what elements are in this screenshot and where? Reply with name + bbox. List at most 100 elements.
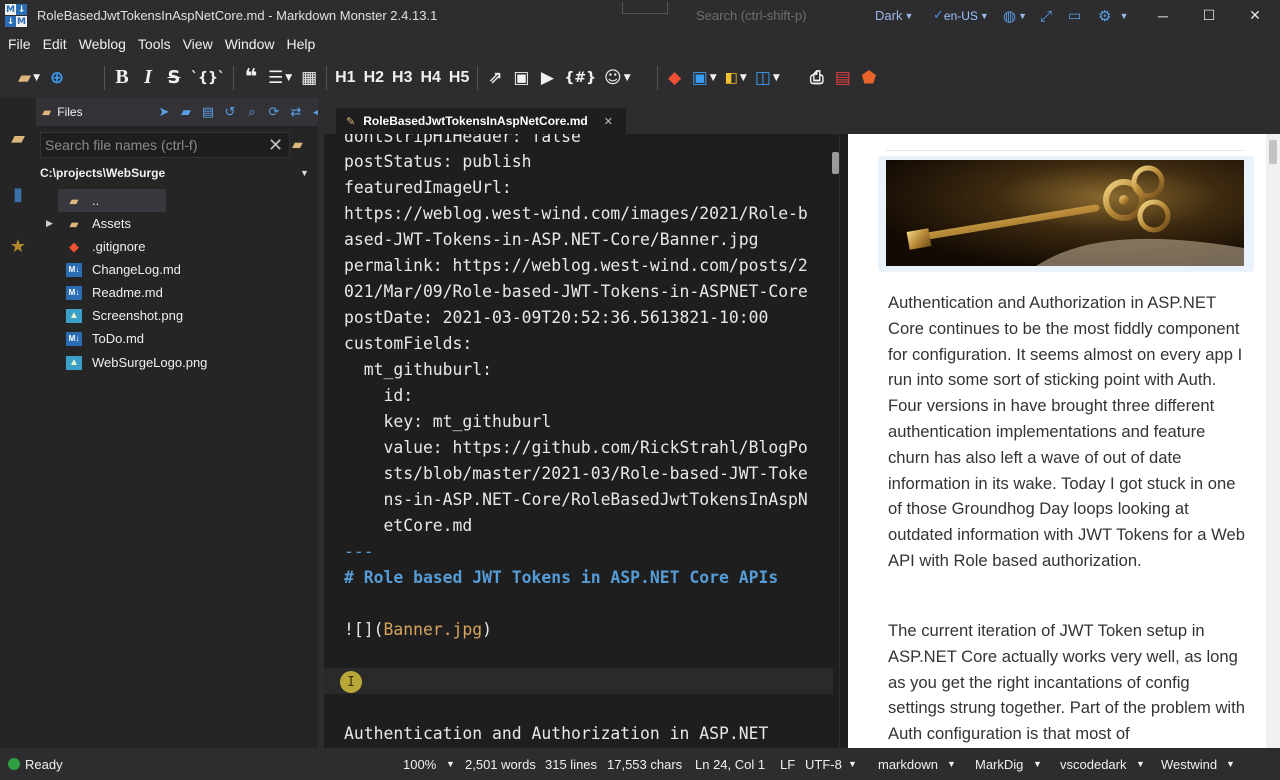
h2-button[interactable]: H2 — [360, 64, 388, 92]
quote-button[interactable]: ❝ — [238, 64, 264, 92]
encoding[interactable]: UTF-8 — [805, 757, 842, 772]
monitor-icon: ▣ — [691, 67, 708, 88]
h5-button[interactable]: H5 — [445, 64, 473, 92]
insert-video-button[interactable]: ▶ — [534, 64, 560, 92]
html-export-button[interactable]: ⬟ — [856, 64, 882, 92]
rss-button[interactable]: ◫ ▼ — [751, 64, 784, 92]
open-folder-icon[interactable]: ▰ — [292, 136, 303, 153]
editor-scrollbar[interactable] — [832, 152, 839, 174]
menu-view[interactable]: View — [177, 31, 219, 57]
pdf-export-button[interactable]: ▤ — [830, 64, 856, 92]
strikethrough-button[interactable]: S — [161, 64, 187, 92]
globe-button[interactable]: ◍ ▼ — [1003, 5, 1027, 26]
preview-splitter[interactable] — [839, 134, 848, 748]
gear-icon: ⚙ — [1098, 6, 1112, 25]
menu-weblog[interactable]: Weblog — [73, 31, 132, 57]
app-logo-icon: M ↓ ↓ M — [5, 4, 27, 27]
maximize-button[interactable]: ☐ — [1186, 0, 1232, 31]
toolbar: ▰ ▼ ⊕ B I S `{}` ❝ ☰ ▼ ▦ H1 H2 H3 H4 H5 ⇗ … — [0, 57, 1280, 98]
h3-button[interactable]: H3 — [388, 64, 416, 92]
navigate-icon[interactable]: ➤ — [156, 104, 172, 120]
refresh-icon[interactable]: ⟳ — [266, 104, 282, 120]
editor-line: dontStripH1Header: false — [344, 134, 581, 146]
insert-image-button[interactable]: ▣ — [508, 64, 534, 92]
file-item-gitignore[interactable]: ◆ .gitignore — [36, 235, 318, 258]
history-icon[interactable]: ↺ — [222, 104, 238, 120]
table-button[interactable]: ▦ — [296, 64, 322, 92]
file-item-changelog[interactable]: M↓ ChangeLog.md — [36, 258, 318, 281]
file-item-screenshot[interactable]: ▲ Screenshot.png — [36, 304, 318, 327]
add-folder-icon[interactable]: ▰ — [178, 104, 194, 120]
file-item-assets[interactable]: ▶ ▰ Assets — [36, 212, 318, 235]
printer-icon: ⎙ — [810, 67, 824, 88]
menu-edit[interactable]: Edit — [37, 31, 73, 57]
file-name: Assets — [92, 216, 132, 231]
bold-button[interactable]: B — [109, 64, 135, 92]
settings-button[interactable]: ⚙ ▼ — [1098, 5, 1128, 26]
star-icon[interactable]: ★ — [6, 234, 30, 258]
chevron-down-icon: ▼ — [33, 72, 40, 83]
presentation-mode-button[interactable]: ▭ — [1068, 5, 1081, 26]
line-ending[interactable]: LF — [780, 757, 795, 772]
snippets-button[interactable]: ◧ ▼ — [721, 64, 751, 92]
chevron-down-icon: ▼ — [300, 168, 309, 178]
file-item-parent[interactable]: ▰ .. — [36, 189, 318, 212]
markdown-parser[interactable]: MarkDig — [975, 757, 1023, 772]
menu-tools[interactable]: Tools — [132, 31, 177, 57]
file-item-todo[interactable]: M↓ ToDo.md — [36, 327, 318, 350]
preview-scrollbar-thumb[interactable] — [1269, 140, 1277, 164]
table-icon: ▦ — [301, 67, 318, 88]
sync-icon[interactable]: ⇄ — [288, 104, 304, 120]
html-preview-pane[interactable]: Authentication and Authorization in ASP.… — [848, 134, 1280, 748]
search-icon[interactable]: ⌕ — [244, 104, 260, 120]
close-window-button[interactable]: ✕ — [1232, 0, 1278, 31]
preview-theme[interactable]: Westwind — [1161, 757, 1217, 772]
syntax-mode[interactable]: markdown — [878, 757, 938, 772]
folder-icon[interactable]: ▰ — [6, 126, 30, 150]
file-name: .gitignore — [92, 239, 146, 254]
editor-theme[interactable]: vscodedark — [1060, 757, 1126, 772]
file-item-websurgelogo[interactable]: ▲ WebSurgeLogo.png — [36, 351, 318, 374]
h4-button[interactable]: H4 — [416, 64, 444, 92]
clear-search-icon[interactable]: ✕ — [268, 135, 283, 156]
editor-line: etCore.md — [344, 516, 473, 535]
markdown-editor[interactable]: dontStripH1Header: false postStatus: pub… — [324, 134, 839, 748]
preview-browser-button[interactable]: ▣ ▼ — [688, 64, 721, 92]
editor-line: key: mt_githuburl — [344, 412, 552, 431]
chevron-down-icon: ▼ — [739, 72, 747, 83]
zoom-level[interactable]: 100% — [403, 757, 436, 772]
emoji-button[interactable]: ☺ ▼ — [600, 64, 635, 92]
menu-help[interactable]: Help — [280, 31, 321, 57]
minimize-button[interactable]: ─ — [1140, 0, 1186, 31]
spellcheck-language[interactable]: ✓ en-US ▼ — [933, 5, 989, 26]
add-file-icon[interactable]: ▤ — [200, 104, 216, 120]
bookmark-icon[interactable]: ▮ — [6, 182, 30, 206]
globe-icon: ◍ — [1003, 6, 1017, 25]
inline-code-button[interactable]: `{}` — [187, 64, 229, 92]
open-file-button[interactable]: ▰ ▼ — [14, 64, 44, 92]
command-search-box[interactable]: Search (ctrl-shift-p) — [686, 5, 856, 26]
close-tab-icon[interactable]: ✕ — [604, 115, 613, 128]
snippet-icon: ◧ — [724, 69, 738, 86]
print-button[interactable]: ⎙ — [804, 64, 830, 92]
fullscreen-button[interactable]: ⤢ — [1040, 5, 1052, 26]
editor-line: ased-JWT-Tokens-in-ASP.NET-Core/Banner.j… — [344, 230, 759, 249]
editor-tab-strip: ✎ RoleBasedJwtTokensInAspNetCore.md ✕ — [324, 98, 1280, 134]
git-button[interactable]: ◆ — [662, 64, 688, 92]
menu-window[interactable]: Window — [219, 31, 281, 57]
tab-active-document[interactable]: ✎ RoleBasedJwtTokensInAspNetCore.md ✕ — [336, 108, 626, 134]
title-tab-decoration — [622, 2, 668, 14]
theme-selector[interactable]: Dark ▼ — [875, 5, 913, 26]
list-button[interactable]: ☰ ▼ — [264, 64, 296, 92]
file-search-input[interactable]: Search file names (ctrl-f) — [40, 132, 290, 158]
preview-divider — [886, 150, 1244, 151]
italic-button[interactable]: I — [135, 64, 161, 92]
insert-link-button[interactable]: ⇗ — [482, 64, 508, 92]
file-item-readme[interactable]: M↓ Readme.md — [36, 281, 318, 304]
h1-label: H1 — [335, 68, 356, 86]
new-file-button[interactable]: ⊕ — [44, 64, 70, 92]
h1-button[interactable]: H1 — [331, 64, 359, 92]
menu-file[interactable]: File — [2, 31, 37, 57]
special-characters-button[interactable]: {#} — [560, 64, 600, 92]
folder-path-dropdown[interactable]: C:\projects\WebSurge — [40, 166, 312, 180]
